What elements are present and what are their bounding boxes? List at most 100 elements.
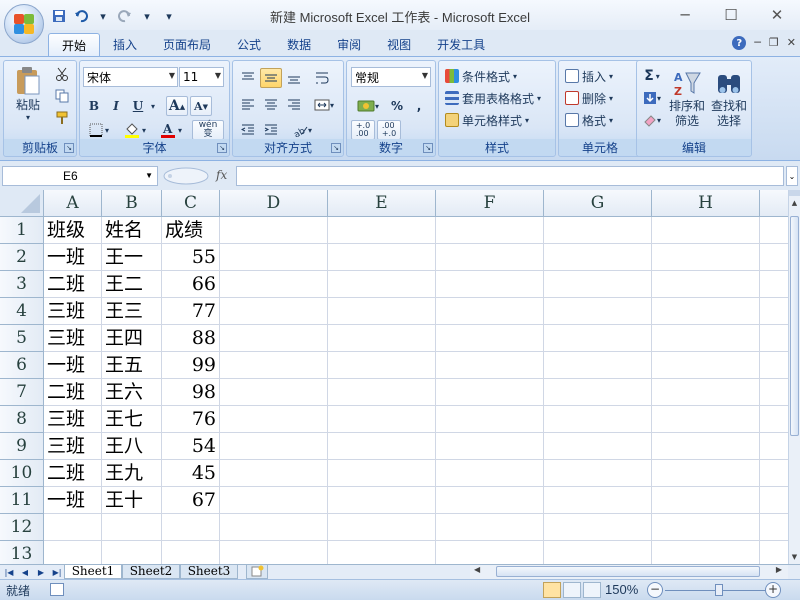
horizontal-scroll-thumb[interactable] xyxy=(496,566,760,577)
cell-D12[interactable] xyxy=(220,514,328,541)
row-header-6[interactable]: 6 xyxy=(0,352,44,379)
format-as-table-button[interactable]: 套用表格格式 ▾ xyxy=(445,88,541,108)
cell-H6[interactable] xyxy=(652,352,760,379)
cell-B4[interactable]: 王三 xyxy=(102,298,162,325)
cell-C11[interactable]: 67 xyxy=(162,487,220,514)
cell-filler[interactable] xyxy=(760,433,788,460)
cell-G2[interactable] xyxy=(544,244,652,271)
cell-G11[interactable] xyxy=(544,487,652,514)
cell-C5[interactable]: 88 xyxy=(162,325,220,352)
cell-D4[interactable] xyxy=(220,298,328,325)
cell-D5[interactable] xyxy=(220,325,328,352)
cell-E4[interactable] xyxy=(328,298,436,325)
cell-E8[interactable] xyxy=(328,406,436,433)
cell-A11[interactable]: 一班 xyxy=(44,487,102,514)
prev-sheet-icon[interactable]: ◀ xyxy=(18,565,32,579)
cell-B1[interactable]: 姓名 xyxy=(102,217,162,244)
conditional-formatting-button[interactable]: 条件格式 ▾ xyxy=(445,66,517,86)
row-header-1[interactable]: 1 xyxy=(0,217,44,244)
alignment-launcher-icon[interactable]: ↘ xyxy=(331,143,341,153)
format-painter-icon[interactable] xyxy=(52,109,72,127)
expand-formula-bar-icon[interactable]: ⌄ xyxy=(786,166,798,186)
cell-A13[interactable] xyxy=(44,541,102,564)
scroll-down-icon[interactable]: ▼ xyxy=(789,550,800,564)
cell-F12[interactable] xyxy=(436,514,544,541)
cell-E2[interactable] xyxy=(328,244,436,271)
column-header-B[interactable]: B xyxy=(102,190,162,217)
comma-button[interactable]: , xyxy=(409,96,429,116)
sheet-tab-3[interactable]: Sheet3 xyxy=(180,565,238,579)
cut-icon[interactable] xyxy=(52,65,72,83)
workbook-minimize-icon[interactable]: ─ xyxy=(754,36,761,50)
cell-G5[interactable] xyxy=(544,325,652,352)
tab-6[interactable]: 视图 xyxy=(374,33,424,56)
row-header-8[interactable]: 8 xyxy=(0,406,44,433)
row-header-10[interactable]: 10 xyxy=(0,460,44,487)
align-bottom-button[interactable] xyxy=(283,68,305,88)
cell-filler[interactable] xyxy=(760,325,788,352)
cell-G13[interactable] xyxy=(544,541,652,564)
row-header-5[interactable]: 5 xyxy=(0,325,44,352)
office-button[interactable] xyxy=(4,4,44,44)
cell-B7[interactable]: 王六 xyxy=(102,379,162,406)
fill-color-button[interactable]: ▾ xyxy=(120,120,150,140)
vertical-scrollbar[interactable]: ▲ ▼ xyxy=(788,190,800,564)
formula-bar-grip-icon[interactable] xyxy=(162,166,210,186)
bold-button[interactable]: B xyxy=(84,96,104,116)
cell-F8[interactable] xyxy=(436,406,544,433)
clipboard-launcher-icon[interactable]: ↘ xyxy=(64,143,74,153)
cell-D8[interactable] xyxy=(220,406,328,433)
decrease-decimal-button[interactable]: .00 +.0 xyxy=(377,120,401,140)
tab-0[interactable]: 开始 xyxy=(48,33,101,56)
cell-H2[interactable] xyxy=(652,244,760,271)
accounting-format-button[interactable]: ▾ xyxy=(351,96,385,116)
page-break-view-icon[interactable] xyxy=(583,582,601,598)
cell-A5[interactable]: 三班 xyxy=(44,325,102,352)
cell-E11[interactable] xyxy=(328,487,436,514)
cell-filler[interactable] xyxy=(760,514,788,541)
cell-H3[interactable] xyxy=(652,271,760,298)
normal-view-icon[interactable] xyxy=(543,582,561,598)
cell-E1[interactable] xyxy=(328,217,436,244)
cell-filler[interactable] xyxy=(760,271,788,298)
cell-G3[interactable] xyxy=(544,271,652,298)
cell-B11[interactable]: 王十 xyxy=(102,487,162,514)
cell-B12[interactable] xyxy=(102,514,162,541)
column-header-F[interactable]: F xyxy=(436,190,544,217)
autosum-button[interactable]: Σ ▾ xyxy=(639,66,665,86)
zoom-in-icon[interactable]: + xyxy=(765,582,781,598)
font-name-combo[interactable]: 宋体 ▼ xyxy=(83,67,178,87)
cell-D6[interactable] xyxy=(220,352,328,379)
macro-record-icon[interactable] xyxy=(50,583,64,596)
cell-B9[interactable]: 王八 xyxy=(102,433,162,460)
sheet-tab-2[interactable]: Sheet2 xyxy=(122,565,180,579)
cell-F5[interactable] xyxy=(436,325,544,352)
first-sheet-icon[interactable]: |◀ xyxy=(2,565,16,579)
row-header-7[interactable]: 7 xyxy=(0,379,44,406)
cell-H13[interactable] xyxy=(652,541,760,564)
column-header-A[interactable]: A xyxy=(44,190,102,217)
cell-B2[interactable]: 王一 xyxy=(102,244,162,271)
cell-filler[interactable] xyxy=(760,460,788,487)
cell-G7[interactable] xyxy=(544,379,652,406)
cell-styles-button[interactable]: 单元格样式 ▾ xyxy=(445,110,529,130)
cell-H10[interactable] xyxy=(652,460,760,487)
cell-C6[interactable]: 99 xyxy=(162,352,220,379)
cell-F11[interactable] xyxy=(436,487,544,514)
cell-filler[interactable] xyxy=(760,298,788,325)
cell-E6[interactable] xyxy=(328,352,436,379)
cell-D7[interactable] xyxy=(220,379,328,406)
cell-C7[interactable]: 98 xyxy=(162,379,220,406)
scroll-left-icon[interactable]: ◀ xyxy=(474,565,480,574)
cell-D3[interactable] xyxy=(220,271,328,298)
increase-decimal-button[interactable]: +.0 .00 xyxy=(351,120,375,140)
zoom-out-icon[interactable]: − xyxy=(647,582,663,598)
cell-A8[interactable]: 三班 xyxy=(44,406,102,433)
scroll-right-icon[interactable]: ▶ xyxy=(776,565,782,574)
vertical-scroll-thumb[interactable] xyxy=(790,216,799,436)
column-header-D[interactable]: D xyxy=(220,190,328,217)
cell-D1[interactable] xyxy=(220,217,328,244)
cell-A3[interactable]: 二班 xyxy=(44,271,102,298)
cell-C13[interactable] xyxy=(162,541,220,564)
cell-E7[interactable] xyxy=(328,379,436,406)
